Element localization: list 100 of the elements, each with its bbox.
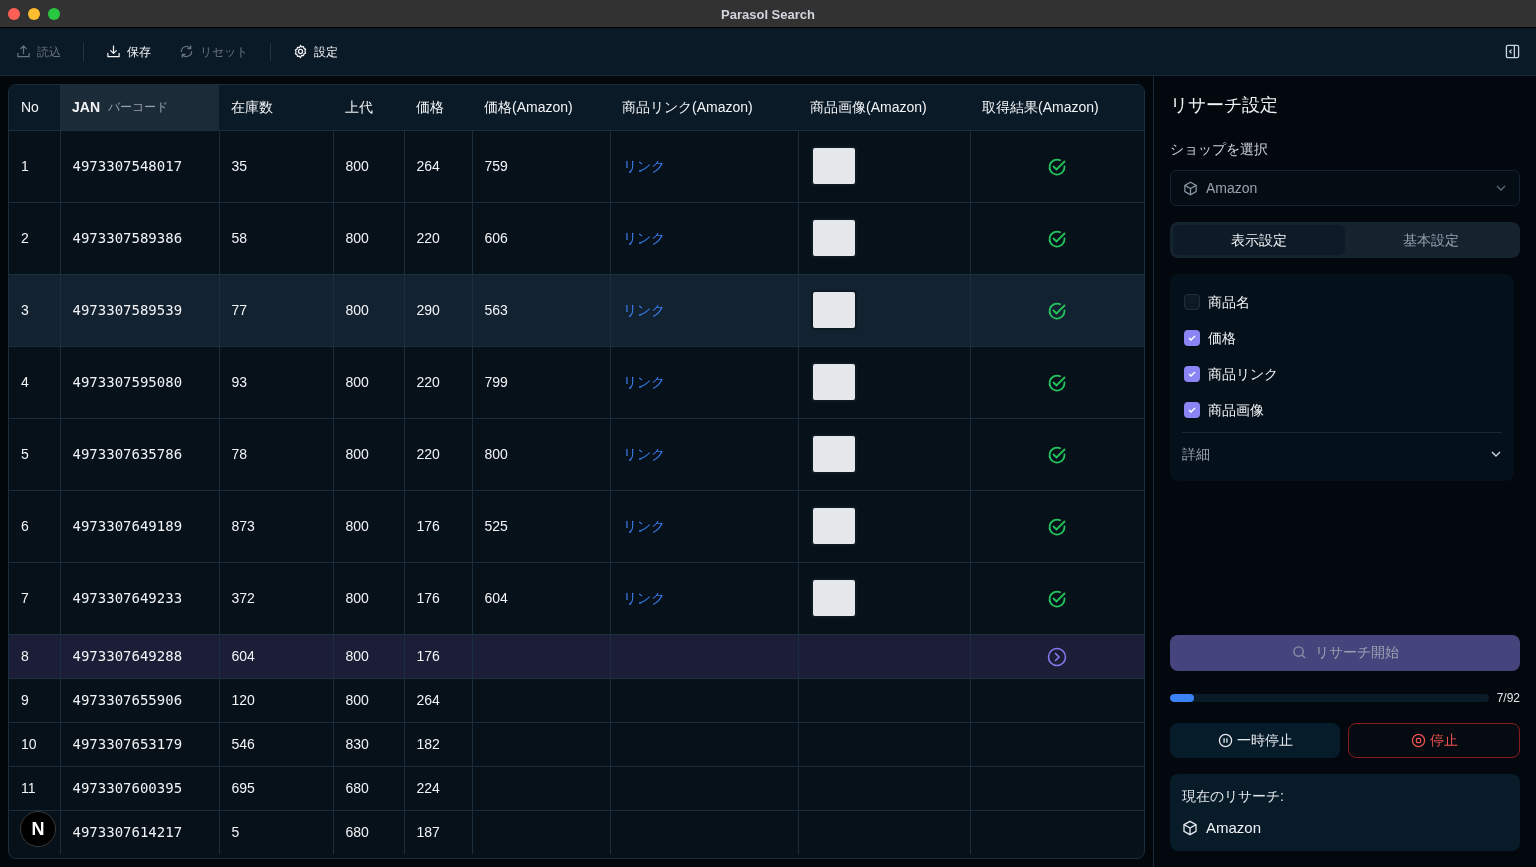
table-cell-text: 2 xyxy=(21,229,29,246)
reset-icon xyxy=(179,44,194,59)
table-row[interactable]: 10 4973307653179 546 830 182 xyxy=(9,722,1144,766)
table-row[interactable]: 5 4973307635786 78 800 220 800 リンク xyxy=(9,418,1144,490)
column-subtitle: バーコード xyxy=(108,99,168,117)
product-link[interactable]: リンク xyxy=(622,373,665,390)
table-cell-text: 4973307653179 xyxy=(72,735,183,752)
product-link[interactable]: リンク xyxy=(622,517,665,534)
pause-icon xyxy=(1217,732,1233,748)
table-cell-text: 563 xyxy=(484,301,508,318)
table-cell-text: 4973307655906 xyxy=(72,691,183,708)
current-research-label: 現在のリサーチ: xyxy=(1182,786,1285,806)
column-header[interactable]: 取得結果(Amazon) xyxy=(970,85,1144,130)
checkbox-label: 価格 xyxy=(1208,328,1236,348)
table-row[interactable]: 1 4973307548017 35 800 264 759 リンク xyxy=(9,130,1144,202)
table-cell-text: 799 xyxy=(484,373,508,390)
table-row[interactable]: 7 4973307649233 372 800 176 604 リンク xyxy=(9,562,1144,634)
table-cell-text: 800 xyxy=(345,589,369,606)
table-cell-text: 4 xyxy=(21,373,29,390)
package-icon xyxy=(1182,819,1198,836)
table-cell-text: 93 xyxy=(231,373,248,390)
table-cell-text: 800 xyxy=(345,517,369,534)
table-cell-text: 604 xyxy=(231,647,255,664)
table-cell-text: 187 xyxy=(416,823,440,840)
product-link[interactable]: リンク xyxy=(622,445,665,462)
search-icon xyxy=(1291,645,1307,660)
table-row[interactable]: 6 4973307649189 873 800 176 525 リンク xyxy=(9,490,1144,562)
sidebar-toggle-icon[interactable] xyxy=(1505,44,1520,59)
table-cell-text: 9 xyxy=(21,691,29,708)
table-cell-text: 176 xyxy=(416,647,440,664)
column-header[interactable]: 価格(Amazon) xyxy=(472,85,610,130)
table-cell-text: 800 xyxy=(345,229,369,246)
table-cell-text: 525 xyxy=(484,517,508,534)
column-header[interactable]: 価格 xyxy=(404,85,472,130)
stop-icon xyxy=(1410,732,1426,748)
progress-reading: 7/92 xyxy=(1496,689,1520,707)
checkmark-icon xyxy=(1187,333,1197,343)
table-cell-text: 800 xyxy=(345,647,369,664)
minimize-button[interactable] xyxy=(28,7,40,20)
table-cell-text: 4973307614217 xyxy=(72,823,183,840)
table-cell-text: 182 xyxy=(416,735,440,752)
toolbar-download-button[interactable]: 保存 xyxy=(106,42,151,61)
column-title: JAN xyxy=(72,97,100,117)
checkbox-label: 商品画像 xyxy=(1208,400,1264,420)
table-cell-text: 606 xyxy=(484,229,508,246)
product-link[interactable]: リンク xyxy=(622,229,665,246)
column-header-cell[interactable]: JAN バーコード xyxy=(60,85,219,130)
table-cell-text: 264 xyxy=(416,691,440,708)
table-cell-text: 6 xyxy=(21,517,29,534)
table-cell-text: 290 xyxy=(416,301,440,318)
product-link[interactable]: リンク xyxy=(622,157,665,174)
checkbox[interactable] xyxy=(1184,366,1200,382)
table-cell-text: 4973307600395 xyxy=(72,779,183,796)
close-button[interactable] xyxy=(8,7,20,20)
column-header[interactable]: 上代 xyxy=(333,85,404,130)
table-cell-text: 220 xyxy=(416,445,440,462)
pause-button[interactable]: 一時停止 xyxy=(1170,722,1340,758)
table-cell-text: 800 xyxy=(345,373,369,390)
table-cell-text: 4973307595080 xyxy=(72,373,183,390)
current-shop: Amazon xyxy=(1206,817,1262,838)
checkbox-label: 商品名 xyxy=(1208,292,1250,312)
table-cell-text: 800 xyxy=(484,445,508,462)
column-header[interactable]: 商品リンク(Amazon) xyxy=(610,85,798,130)
tab[interactable]: 基本設定 xyxy=(1345,225,1517,255)
column-header[interactable]: 商品画像(Amazon) xyxy=(798,85,970,130)
table-cell-text: 873 xyxy=(231,517,255,534)
checkbox-label: 商品リンク xyxy=(1208,364,1278,384)
table-cell-text: 800 xyxy=(345,301,369,318)
table-cell-text: 695 xyxy=(231,779,255,796)
table-row[interactable]: 2 4973307589386 58 800 220 606 リンク xyxy=(9,202,1144,274)
table-cell-text: 10 xyxy=(21,735,37,752)
table-cell-text: 4973307649189 xyxy=(72,517,183,534)
column-header[interactable]: 在庫数 xyxy=(219,85,333,130)
table-cell-text: 8 xyxy=(21,647,29,664)
table-cell-text: 604 xyxy=(484,589,508,606)
table-row[interactable]: 9 4973307655906 120 800 264 xyxy=(9,678,1144,722)
checkbox[interactable] xyxy=(1184,294,1200,310)
table-row[interactable]: 8 4973307649288 604 800 176 xyxy=(9,634,1144,678)
shop-select[interactable]: Amazon xyxy=(1170,170,1520,206)
toolbar-settings-button[interactable]: 設定 xyxy=(293,42,338,61)
product-link[interactable]: リンク xyxy=(622,301,665,318)
tab[interactable]: 表示設定 xyxy=(1173,225,1345,255)
table-row[interactable]: 11 4973307600395 695 680 224 xyxy=(9,766,1144,810)
checkbox[interactable] xyxy=(1184,402,1200,418)
table-cell-text: 3 xyxy=(21,301,29,318)
table-cell-text: 800 xyxy=(345,691,369,708)
table-cell-text: 4973307589539 xyxy=(72,301,183,318)
stop-button[interactable]: 停止 xyxy=(1348,722,1520,758)
table-cell-text: 372 xyxy=(231,589,255,606)
product-link[interactable]: リンク xyxy=(622,589,665,606)
table-cell-text: 680 xyxy=(345,823,369,840)
table-cell-text: 35 xyxy=(231,157,248,174)
details-toggle[interactable]: 詳細 xyxy=(1182,433,1502,475)
table-cell-text: 220 xyxy=(416,229,440,246)
checkbox[interactable] xyxy=(1184,330,1200,346)
zoom-button[interactable] xyxy=(48,7,60,20)
table-row[interactable]: 3 4973307589539 77 800 290 563 リンク xyxy=(9,274,1144,346)
package-icon xyxy=(1183,180,1198,196)
checkmark-icon xyxy=(1187,369,1197,379)
table-row[interactable]: 4 4973307595080 93 800 220 799 リンク xyxy=(9,346,1144,418)
